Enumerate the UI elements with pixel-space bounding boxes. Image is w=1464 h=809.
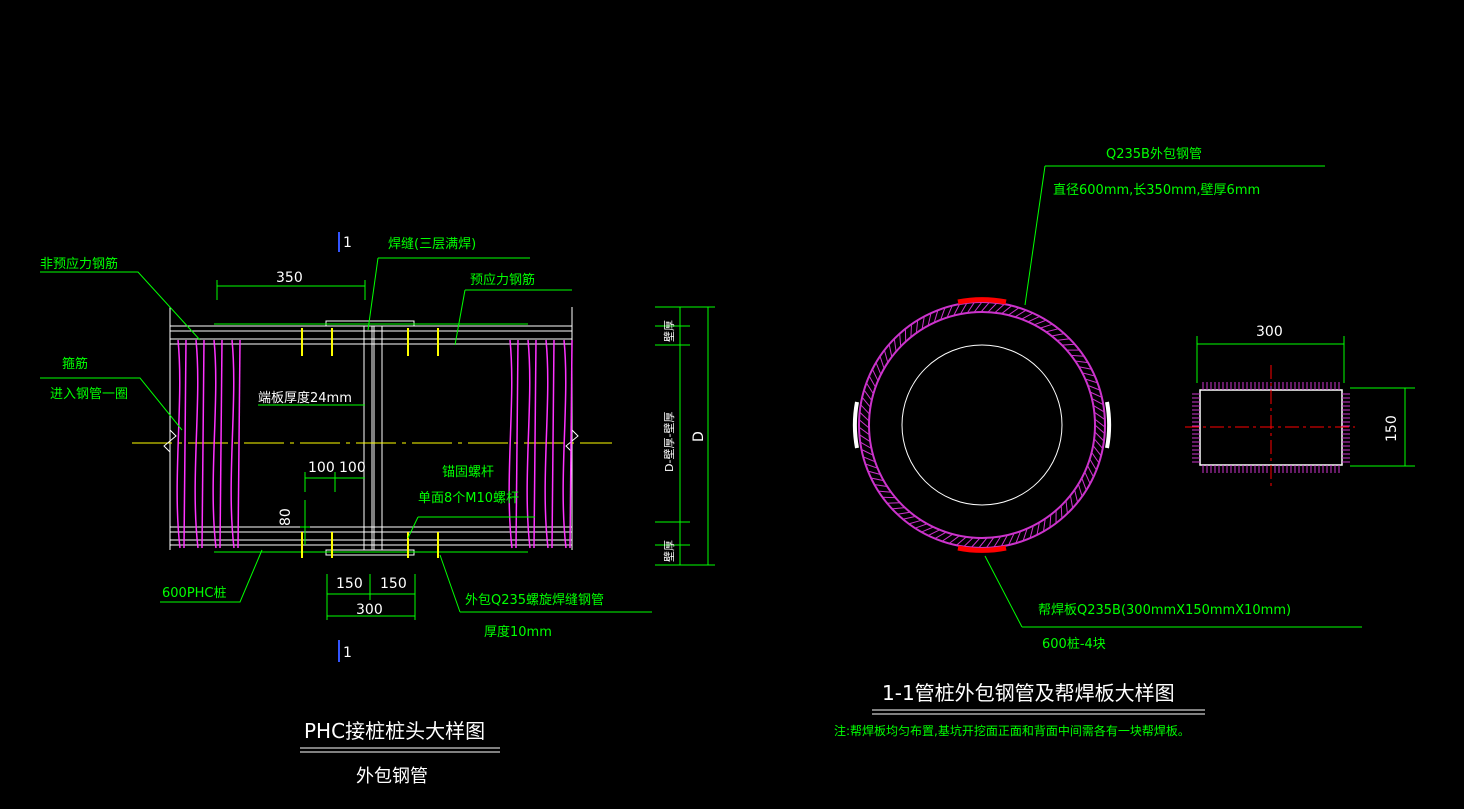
outer-pipe-spec: 直径600mm,长350mm,壁厚6mm xyxy=(1053,183,1260,198)
weld-label: 焊缝(三层满焊) xyxy=(388,236,476,252)
pile-label: 600PHC桩 xyxy=(162,586,227,601)
drawing-background xyxy=(0,0,1464,809)
end-plate-label: 端板厚度24mm xyxy=(258,390,352,406)
dim-100-right: 100 xyxy=(339,460,366,476)
weld-plate-bottom xyxy=(957,545,1007,553)
weld-plate-label: 帮焊板Q235B(300mmX150mmX10mm) xyxy=(1038,602,1291,618)
section-label-top: 1 xyxy=(343,235,352,251)
weld-plate-right xyxy=(1105,401,1112,449)
plate-dim-150: 150 xyxy=(1384,415,1400,442)
anchor-bolt-sublabel: 单面8个M10螺杆 xyxy=(418,491,519,506)
right-title: 1-1管桩外包钢管及帮焊板大样图 xyxy=(882,681,1175,705)
left-subtitle: 外包钢管 xyxy=(356,766,428,787)
anchor-bolt-label: 锚固螺杆 xyxy=(442,465,494,480)
section-label-bottom: 1 xyxy=(343,645,352,661)
right-note: 注:帮焊板均匀布置,基坑开挖面正面和背面中间需各有一块帮焊板。 xyxy=(834,723,1190,738)
side-dim-top: 壁厚 xyxy=(662,320,676,342)
prestress-rebar-label: 预应力钢筋 xyxy=(470,272,535,288)
pipe-thickness-label: 厚度10mm xyxy=(484,624,552,640)
dim-80: 80 xyxy=(278,508,294,526)
weld-plate-top xyxy=(957,297,1007,305)
weld-plate-count: 600桩-4块 xyxy=(1042,637,1106,652)
stirrup-sublabel: 进入钢管一圈 xyxy=(50,387,128,402)
dim-100-left: 100 xyxy=(308,460,335,476)
hatch-stroke xyxy=(1060,505,1063,519)
dim-300: 300 xyxy=(356,602,383,618)
left-title: PHC接桩桩头大样图 xyxy=(304,719,485,743)
stirrup-label: 箍筋 xyxy=(62,356,88,372)
side-dim-D: D xyxy=(691,431,707,442)
hatch-stroke xyxy=(910,324,912,338)
cad-drawing-canvas: 1 1 焊缝(三层满焊) 非预应力钢筋 预应力钢筋 箍筋 进入钢管一圈 端板厚度… xyxy=(0,0,1464,809)
dim-350: 350 xyxy=(276,270,303,286)
dim-150-left: 150 xyxy=(336,576,363,592)
nonprestress-rebar-label: 非预应力钢筋 xyxy=(40,256,118,272)
dim-150-right: 150 xyxy=(380,576,407,592)
pipe-label: 外包Q235螺旋焊缝钢管 xyxy=(465,592,604,608)
side-dim-bottom: 壁厚 xyxy=(662,540,676,562)
weld-plate-left xyxy=(852,401,859,449)
plate-dim-300: 300 xyxy=(1256,324,1283,340)
outer-pipe-label: Q235B外包钢管 xyxy=(1106,147,1202,162)
side-dim-mid: D-壁厚-壁厚 xyxy=(662,412,676,472)
